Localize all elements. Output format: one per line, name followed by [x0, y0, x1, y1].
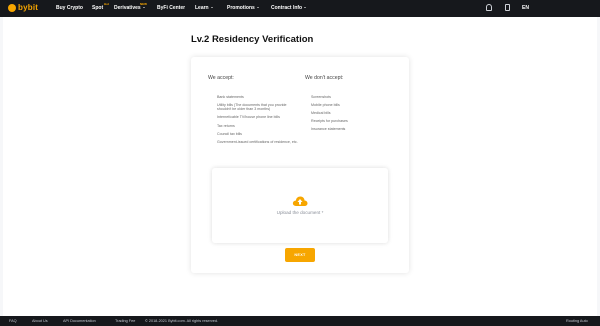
top-nav: bybit Buy Crypto Spot Hot Derivatives NE… [0, 0, 600, 17]
nav-learn[interactable]: Learn [195, 5, 213, 11]
accept-list: Bank statements Utility bills (The docum… [217, 95, 301, 148]
reject-list: Screenshots Mobile phone bills Medical b… [311, 95, 395, 135]
nav-byfi-center[interactable]: ByFi Center [157, 5, 185, 11]
nav-spot[interactable]: Spot [92, 5, 103, 11]
footer-link-faq[interactable]: FAQ [9, 319, 17, 323]
list-item: Government-issued certifications of resi… [217, 139, 298, 144]
bell-icon[interactable] [486, 4, 492, 11]
chevron-down-icon [256, 7, 259, 9]
language-selector[interactable]: EN [522, 5, 529, 11]
list-item: Insurance statements [311, 127, 346, 132]
nav-spot-badge: Hot [104, 2, 109, 6]
cloud-upload-icon [292, 196, 308, 206]
list-item: Screenshots [311, 95, 331, 99]
accept-heading: We accept: [208, 75, 234, 81]
chevron-down-icon [142, 7, 145, 9]
page-title: Lv.2 Residency Verification [191, 34, 314, 45]
upload-dropzone[interactable]: Upload the document * [212, 168, 388, 243]
list-item: Utility bills (The documents that you pr… [217, 103, 287, 112]
list-item: Internet/cable TV/house phone line bills [217, 115, 280, 120]
list-item: Tax returns [217, 123, 235, 128]
chevron-down-icon [304, 7, 307, 9]
nav-derivatives-badge: NEW [140, 2, 147, 6]
list-item: Receipts for purchases [311, 119, 348, 124]
nav-contract-info[interactable]: Contract Info [271, 5, 307, 11]
upload-label: Upload the document * [276, 210, 324, 215]
footer-link-about[interactable]: About Us [32, 319, 48, 323]
list-item: Medical bills [311, 111, 331, 116]
list-item: Council tax bills [217, 131, 242, 136]
reject-heading: We don't accept: [305, 75, 344, 81]
footer-routing[interactable]: Routing Auto [566, 319, 588, 323]
footer-link-trading-fee[interactable]: Trading Fee [115, 319, 135, 323]
footer: FAQ About Us API Documentation Trading F… [0, 316, 600, 326]
bybit-logo[interactable]: bybit [8, 3, 38, 12]
footer-link-api-docs[interactable]: API Documentation [63, 319, 96, 323]
list-item: Mobile phone bills [311, 103, 340, 108]
nav-promotions[interactable]: Promotions [227, 5, 259, 11]
nav-buy-crypto[interactable]: Buy Crypto [56, 5, 83, 11]
logo-icon [8, 3, 16, 12]
logo-text: bybit [18, 3, 39, 12]
list-item: Bank statements [217, 95, 244, 99]
footer-copyright: © 2018-2021 Bybit.com. All rights reserv… [145, 319, 219, 323]
phone-icon[interactable] [505, 4, 510, 11]
next-button[interactable]: NEXT [285, 248, 315, 262]
chevron-down-icon [210, 7, 213, 9]
